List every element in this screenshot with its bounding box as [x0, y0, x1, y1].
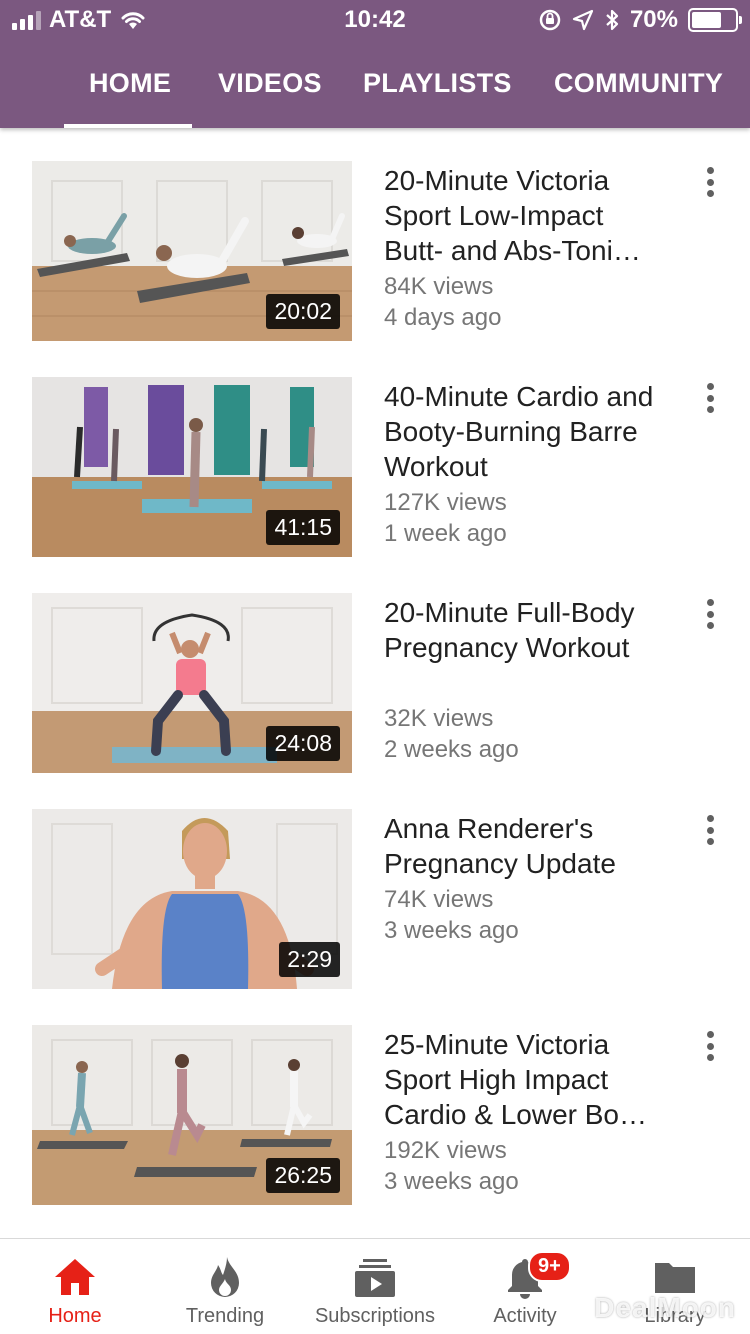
bottom-navigation: Home Trending Subscriptions 9+ Activity …	[0, 1238, 750, 1334]
video-item[interactable]: 2:29 Anna Renderer's Pregnancy Update 74…	[0, 809, 750, 1009]
video-thumbnail[interactable]: 26:25	[32, 1025, 352, 1205]
video-item[interactable]: 41:15 40-Minute Cardio and Booty-Burning…	[0, 377, 750, 577]
channel-tabs: HOME VIDEOS PLAYLISTS COMMUNITY	[0, 54, 750, 128]
tab-playlists[interactable]: PLAYLISTS	[363, 68, 512, 99]
video-duration: 20:02	[266, 293, 340, 329]
tab-community[interactable]: COMMUNITY	[554, 68, 723, 99]
subscriptions-icon	[355, 1259, 395, 1297]
status-bar: AT&T 10:42 70%	[0, 0, 750, 42]
video-item[interactable]: 26:25 25-Minute Victoria Sport High Impa…	[0, 1025, 750, 1225]
home-icon	[55, 1259, 95, 1295]
video-title[interactable]: 20-Minute Victoria Sport Low-Impact Butt…	[384, 163, 654, 268]
video-thumbnail[interactable]: 41:15	[32, 377, 352, 557]
more-options-icon[interactable]	[700, 383, 720, 413]
video-age: 3 weeks ago	[384, 917, 519, 944]
tab-home[interactable]: HOME	[89, 68, 171, 99]
orientation-lock-icon	[539, 9, 561, 31]
video-duration: 24:08	[266, 725, 340, 761]
video-views: 127K views	[384, 489, 507, 516]
nav-trending[interactable]: Trending	[150, 1239, 300, 1334]
video-title[interactable]: Anna Renderer's Pregnancy Update	[384, 811, 654, 881]
video-views: 192K views	[384, 1137, 507, 1164]
video-duration: 26:25	[266, 1157, 340, 1193]
nav-subscriptions-label: Subscriptions	[314, 1305, 436, 1327]
video-views: 74K views	[384, 886, 494, 913]
watermark: DealMoon	[594, 1292, 736, 1323]
video-title[interactable]: 25-Minute Victoria Sport High Impact Car…	[384, 1027, 654, 1132]
video-duration: 41:15	[266, 509, 340, 545]
video-views: 32K views	[384, 705, 494, 732]
nav-subscriptions[interactable]: Subscriptions	[300, 1239, 450, 1334]
more-options-icon[interactable]	[700, 815, 720, 845]
bluetooth-icon	[606, 9, 619, 31]
nav-trending-label: Trending	[185, 1305, 265, 1327]
more-options-icon[interactable]	[700, 167, 720, 197]
active-tab-indicator	[64, 124, 192, 128]
tab-videos[interactable]: VIDEOS	[218, 68, 322, 99]
nav-home-label: Home	[48, 1305, 102, 1327]
nav-activity[interactable]: 9+ Activity	[450, 1239, 600, 1334]
battery-level	[692, 12, 722, 28]
flame-icon	[211, 1257, 239, 1297]
notification-badge: 9+	[528, 1251, 571, 1282]
video-views: 84K views	[384, 273, 494, 300]
video-title[interactable]: 20-Minute Full-Body Pregnancy Workout	[384, 595, 654, 665]
more-options-icon[interactable]	[700, 599, 720, 629]
video-item[interactable]: 24:08 20-Minute Full-Body Pregnancy Work…	[0, 593, 750, 793]
nav-activity-label: Activity	[493, 1305, 557, 1327]
location-icon	[572, 9, 594, 31]
video-age: 3 weeks ago	[384, 1168, 519, 1195]
nav-home[interactable]: Home	[0, 1239, 150, 1334]
video-item[interactable]: 20:02 20-Minute Victoria Sport Low-Impac…	[0, 161, 750, 361]
video-thumbnail[interactable]: 20:02	[32, 161, 352, 341]
video-age: 1 week ago	[384, 520, 507, 547]
video-age: 4 days ago	[384, 304, 502, 331]
video-thumbnail[interactable]: 24:08	[32, 593, 352, 773]
video-title[interactable]: 40-Minute Cardio and Booty-Burning Barre…	[384, 379, 654, 484]
battery-percent: 70%	[629, 6, 678, 33]
video-duration: 2:29	[279, 941, 340, 977]
video-thumbnail[interactable]: 2:29	[32, 809, 352, 989]
channel-header: AT&T 10:42 70% HOME VIDEOS PLAYLISTS COM…	[0, 0, 750, 128]
battery-icon	[688, 8, 742, 32]
video-age: 2 weeks ago	[384, 736, 519, 763]
more-options-icon[interactable]	[700, 1031, 720, 1061]
